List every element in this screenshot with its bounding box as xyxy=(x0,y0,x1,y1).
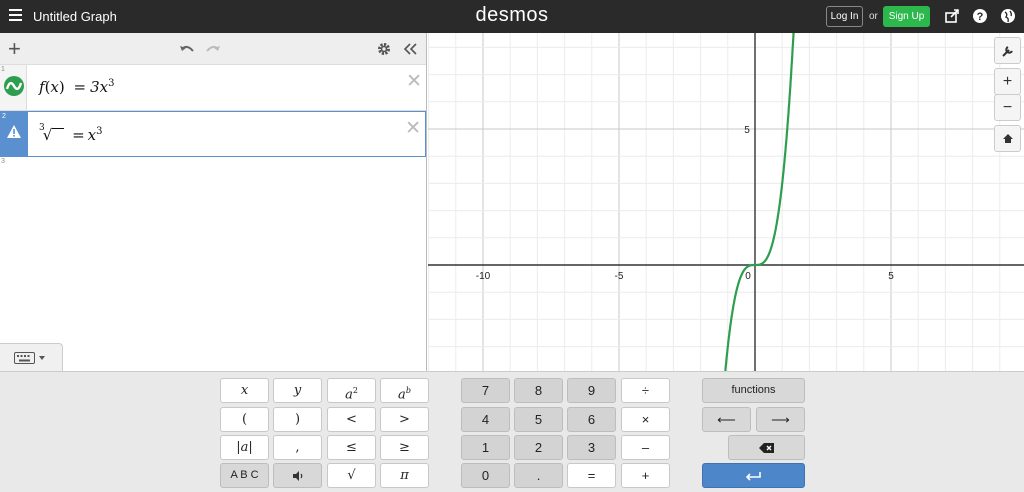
variable: x xyxy=(87,126,97,144)
enter-icon xyxy=(745,472,761,481)
expression-row-3[interactable]: 3 xyxy=(0,157,426,347)
warning-icon[interactable] xyxy=(6,124,22,139)
key-right-paren[interactable]: ) xyxy=(273,407,322,432)
key-5[interactable]: 5 xyxy=(514,407,563,432)
settings-gear-icon[interactable] xyxy=(377,42,391,56)
key-3[interactable]: 3 xyxy=(567,435,616,460)
right-paren: ) xyxy=(58,78,65,96)
x-tick-label: 5 xyxy=(888,271,894,282)
share-icon[interactable] xyxy=(944,8,960,24)
expression-number: 2 xyxy=(2,113,6,120)
enter-button[interactable] xyxy=(702,463,805,488)
coefficient-term: 3x xyxy=(90,78,109,96)
equals-sign: = xyxy=(72,126,85,144)
key-greater-equal[interactable]: ≥ xyxy=(380,435,429,460)
key-abc[interactable]: A B C xyxy=(220,463,269,488)
root-index: 3 xyxy=(39,123,45,133)
delete-expression-icon[interactable]: ✕ xyxy=(405,117,421,140)
desmos-logo[interactable]: desmos xyxy=(475,4,548,26)
key-a-power-b[interactable]: ab xyxy=(380,378,429,403)
key-pi[interactable]: π xyxy=(380,463,429,488)
key-arrow-left[interactable]: ⟵ xyxy=(702,407,751,432)
top-bar: Untitled Graph desmos Log In or Sign Up … xyxy=(0,0,1024,33)
expression-number: 3 xyxy=(1,158,5,165)
keyboard-icon[interactable] xyxy=(14,352,50,365)
backspace-button[interactable] xyxy=(728,435,805,460)
key-equals[interactable]: = xyxy=(567,463,616,488)
key-9[interactable]: 9 xyxy=(567,378,616,403)
help-icon[interactable]: ? xyxy=(972,8,988,24)
login-button[interactable]: Log In xyxy=(826,6,863,27)
key-less-equal[interactable]: ≤ xyxy=(327,435,376,460)
functions-button[interactable]: functions xyxy=(702,378,805,403)
key-comma[interactable]: , xyxy=(273,435,322,460)
key-7[interactable]: 7 xyxy=(461,378,510,403)
home-icon[interactable] xyxy=(994,125,1021,152)
key-8[interactable]: 8 xyxy=(514,378,563,403)
graph-paper[interactable]: -10 -5 0 5 5 xyxy=(428,33,1024,371)
key-audio[interactable] xyxy=(273,463,322,488)
variable: x xyxy=(50,78,59,96)
collapse-panel-icon[interactable] xyxy=(403,43,417,55)
expression-math[interactable]: 3√ = x3 xyxy=(39,123,103,144)
or-text: or xyxy=(869,11,878,22)
delete-expression-icon[interactable]: ✕ xyxy=(406,70,422,93)
graph-color-icon[interactable] xyxy=(3,75,25,97)
zoom-in-button[interactable]: + xyxy=(994,68,1021,95)
expression-row-2[interactable]: 2 3√ = x3 ✕ xyxy=(0,111,426,157)
graph-canvas[interactable]: -10 -5 0 5 5 xyxy=(428,33,1024,371)
exponent: 3 xyxy=(108,78,115,89)
key-6[interactable]: 6 xyxy=(567,407,616,432)
equals-sign: = xyxy=(73,78,87,96)
backspace-icon xyxy=(758,443,774,453)
graph-settings-wrench-icon[interactable] xyxy=(994,37,1021,64)
x-tick-label: -5 xyxy=(615,271,624,282)
key-y[interactable]: y xyxy=(273,378,322,403)
key-multiply[interactable]: × xyxy=(621,407,670,432)
expression-math[interactable]: f(x) = 3x3 xyxy=(39,78,115,96)
key-x[interactable]: x xyxy=(220,378,269,403)
x-tick-label: 0 xyxy=(745,271,751,282)
key-4[interactable]: 4 xyxy=(461,407,510,432)
menu-icon[interactable] xyxy=(9,9,22,23)
expression-tab[interactable]: 1 xyxy=(0,65,27,110)
key-decimal[interactable]: . xyxy=(514,463,563,488)
key-0[interactable]: 0 xyxy=(461,463,510,488)
expression-tab[interactable]: 2 xyxy=(1,112,28,156)
expression-panel: + 1 f(x) = 3x3 ✕ 2 3√ = x3 ✕ 3 xyxy=(0,33,427,371)
zoom-out-button[interactable]: − xyxy=(994,94,1021,121)
x-tick-label: -10 xyxy=(476,271,491,282)
key-minus[interactable]: – xyxy=(621,435,670,460)
y-tick-label: 5 xyxy=(744,125,750,136)
math-keypad: x y a2 ab ( ) < > |a| , ≤ ≥ A B C √ π 7 … xyxy=(0,371,1024,492)
key-left-paren[interactable]: ( xyxy=(220,407,269,432)
key-a-squared[interactable]: a2 xyxy=(327,378,376,403)
key-arrow-right[interactable]: ⟶ xyxy=(756,407,805,432)
expression-number: 1 xyxy=(1,66,5,73)
key-greater-than[interactable]: > xyxy=(380,407,429,432)
add-expression-icon[interactable]: + xyxy=(8,38,21,60)
key-divide[interactable]: ÷ xyxy=(621,378,670,403)
expression-tab[interactable]: 3 xyxy=(0,157,27,347)
graph-title[interactable]: Untitled Graph xyxy=(33,9,117,24)
key-2[interactable]: 2 xyxy=(514,435,563,460)
speaker-icon xyxy=(292,471,302,481)
redo-icon[interactable] xyxy=(205,43,221,55)
expression-toolbar: + xyxy=(0,33,426,65)
globe-icon[interactable] xyxy=(1000,8,1016,24)
key-1[interactable]: 1 xyxy=(461,435,510,460)
key-sqrt[interactable]: √ xyxy=(327,463,376,488)
key-less-than[interactable]: < xyxy=(327,407,376,432)
undo-icon[interactable] xyxy=(179,43,195,55)
curve-f-of-x[interactable] xyxy=(724,33,795,371)
expression-row-1[interactable]: 1 f(x) = 3x3 ✕ xyxy=(0,65,426,111)
exponent: 3 xyxy=(96,126,103,137)
signup-button[interactable]: Sign Up xyxy=(883,6,930,27)
key-absolute-value[interactable]: |a| xyxy=(220,435,269,460)
svg-text:?: ? xyxy=(977,11,984,23)
key-plus[interactable]: + xyxy=(621,463,670,488)
keyboard-toggle[interactable] xyxy=(0,343,63,372)
